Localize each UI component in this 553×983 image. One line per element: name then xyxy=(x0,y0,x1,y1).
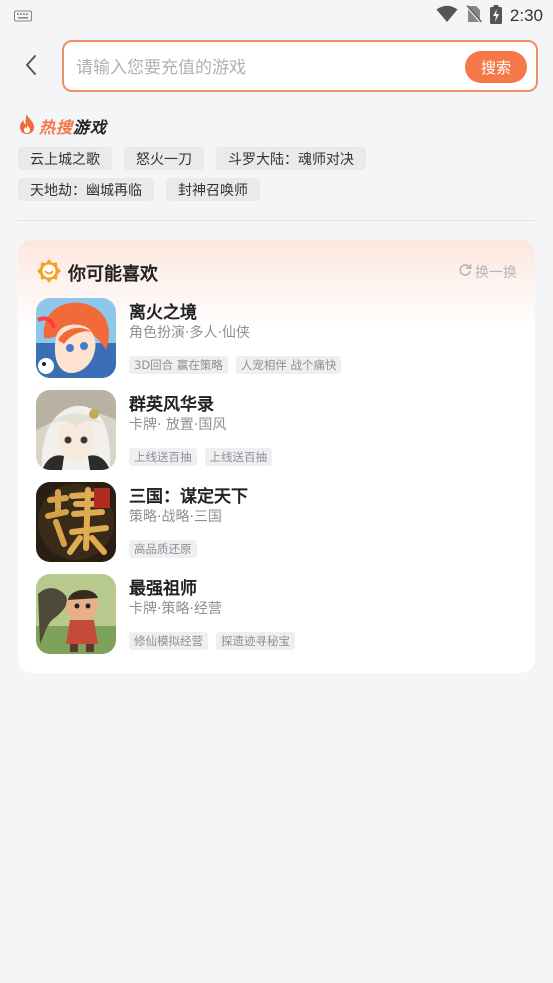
search-input[interactable] xyxy=(74,52,458,84)
game-item[interactable]: 三国：谋定天下 策略·战略·三国 高品质还原 xyxy=(36,482,516,566)
hot-tag[interactable]: 封神召唤师 xyxy=(166,178,260,201)
flame-icon xyxy=(18,113,36,139)
game-icon-sanguo xyxy=(36,482,116,562)
hot-tag[interactable]: 斗罗大陆：魂师对决 xyxy=(216,147,366,170)
sun-badge-icon xyxy=(36,258,62,288)
refresh-button[interactable]: 换一换 xyxy=(458,262,517,282)
game-name: 最强祖师 xyxy=(129,579,197,599)
back-button[interactable] xyxy=(16,52,46,82)
hot-search-title: 热搜游戏 xyxy=(18,113,107,139)
status-bar: 2:30 xyxy=(0,0,553,32)
refresh-icon xyxy=(458,263,472,281)
search-box: 搜索 xyxy=(62,40,538,92)
recommend-title: 你可能喜欢 xyxy=(68,264,158,285)
hot-search-tags: 云上城之歌 怒火一刀 斗罗大陆：魂师对决 天地劫：幽城再临 封神召唤师 xyxy=(18,147,538,209)
search-button[interactable]: 搜索 xyxy=(465,51,527,83)
no-sim-icon xyxy=(465,5,482,27)
recommend-header: 你可能喜欢 xyxy=(36,258,158,288)
keyboard-icon xyxy=(14,7,32,26)
game-icon-zushi xyxy=(36,574,116,654)
status-time: 2:30 xyxy=(509,6,543,25)
tag-row: 云上城之歌 怒火一刀 斗罗大陆：魂师对决 xyxy=(18,147,538,170)
game-category: 卡牌· 放置·国风 xyxy=(129,417,227,433)
game-tags: 上线送百抽 上线送百抽 xyxy=(129,448,272,466)
divider xyxy=(18,220,535,221)
recommend-card: 你可能喜欢 换一换 离火之境 角色扮演·多人·仙侠 3D回合 赢在策略 人宠相伴… xyxy=(18,240,535,673)
game-tag: 3D回合 赢在策略 xyxy=(129,356,228,374)
hot-tag[interactable]: 天地劫：幽城再临 xyxy=(18,178,154,201)
game-item[interactable]: 群英风华录 卡牌· 放置·国风 上线送百抽 上线送百抽 xyxy=(36,390,516,474)
game-tag: 人宠相伴 战个痛快 xyxy=(235,356,342,374)
game-category: 策略·战略·三国 xyxy=(129,509,222,525)
game-icon-lihuo xyxy=(36,298,116,378)
hot-search-label-highlight: 热搜 xyxy=(39,118,74,137)
game-tag: 高品质还原 xyxy=(129,540,197,558)
game-tags: 3D回合 赢在策略 人宠相伴 战个痛快 xyxy=(129,356,342,374)
game-tag: 上线送百抽 xyxy=(129,448,197,466)
game-category: 卡牌·策略·经营 xyxy=(129,601,222,617)
hot-search-label: 热搜游戏 xyxy=(39,114,107,138)
game-icon-qunying xyxy=(36,390,116,470)
game-tags: 高品质还原 xyxy=(129,540,197,558)
game-item[interactable]: 最强祖师 卡牌·策略·经营 修仙模拟经营 探遗迹寻秘宝 xyxy=(36,574,516,658)
chevron-left-icon xyxy=(24,54,38,80)
game-category: 角色扮演·多人·仙侠 xyxy=(129,325,250,341)
game-name: 群英风华录 xyxy=(129,395,214,415)
tag-row: 天地劫：幽城再临 封神召唤师 xyxy=(18,178,538,201)
hot-search-label-rest: 游戏 xyxy=(73,118,108,137)
search-row: 搜索 xyxy=(0,38,553,96)
battery-charging-icon xyxy=(489,4,502,28)
game-name: 离火之境 xyxy=(129,303,197,323)
game-tag: 探遗迹寻秘宝 xyxy=(216,632,295,650)
game-tag: 修仙模拟经营 xyxy=(129,632,208,650)
game-name: 三国：谋定天下 xyxy=(129,487,248,507)
game-tag: 上线送百抽 xyxy=(204,448,272,466)
game-tags: 修仙模拟经营 探遗迹寻秘宝 xyxy=(129,632,295,650)
hot-tag[interactable]: 怒火一刀 xyxy=(124,147,204,170)
refresh-label: 换一换 xyxy=(475,265,517,281)
wifi-icon xyxy=(436,5,458,27)
game-item[interactable]: 离火之境 角色扮演·多人·仙侠 3D回合 赢在策略 人宠相伴 战个痛快 xyxy=(36,298,516,382)
hot-tag[interactable]: 云上城之歌 xyxy=(18,147,112,170)
